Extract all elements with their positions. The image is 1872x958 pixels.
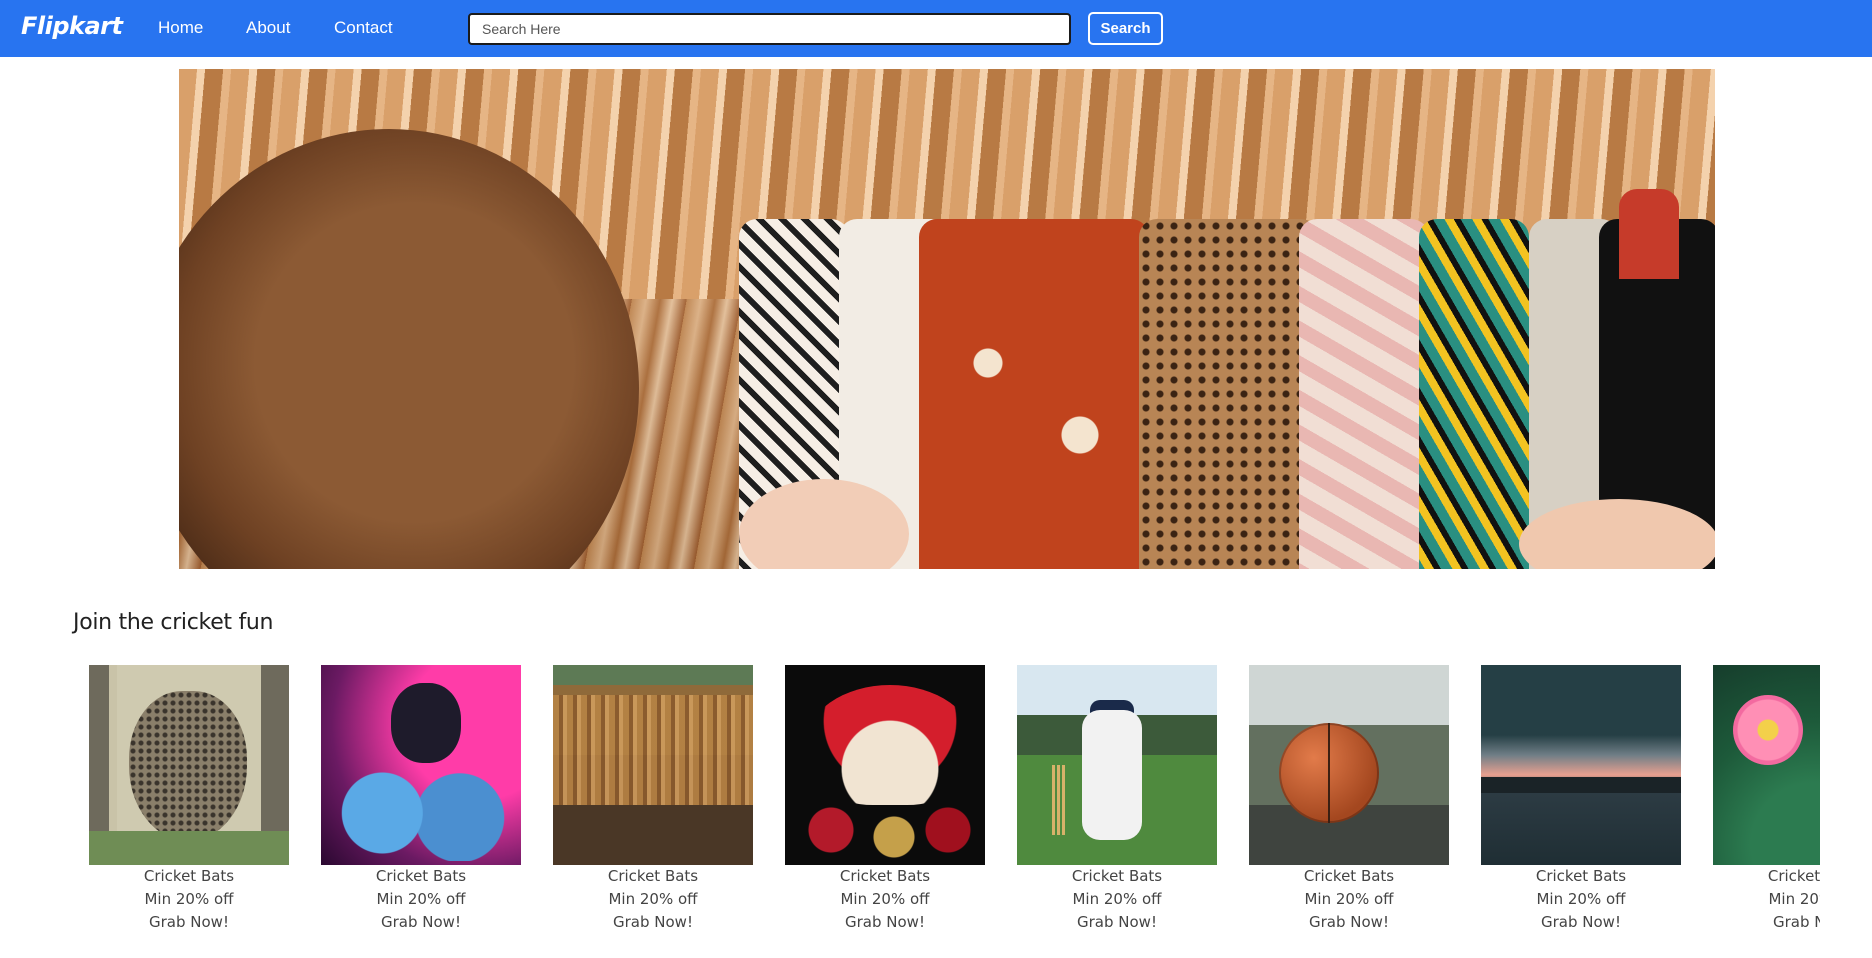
- product-title: Cricket Bats: [1303, 867, 1395, 885]
- product-card[interactable]: Cricket Bats Min 20% off Grab Now!: [1713, 665, 1820, 934]
- product-thumbnail[interactable]: [785, 665, 985, 865]
- product-cta[interactable]: Grab Now!: [553, 911, 753, 934]
- product-offer: Min 20% off: [376, 890, 466, 908]
- garment: [1419, 219, 1529, 569]
- product-thumbnail[interactable]: [1249, 665, 1449, 865]
- product-offer: Min 20% off: [1768, 890, 1820, 908]
- search-button[interactable]: Search: [1088, 12, 1163, 45]
- product-caption: Cricket Bats Min 20% off Grab Now!: [1249, 865, 1449, 934]
- hero-banner-image: [179, 69, 1715, 569]
- product-title: Cricket Bats: [1071, 867, 1163, 885]
- product-cta[interactable]: Grab Now!: [321, 911, 521, 934]
- search-input[interactable]: [468, 13, 1071, 45]
- product-thumbnail[interactable]: [1713, 665, 1820, 865]
- product-cta[interactable]: Grab Now!: [1249, 911, 1449, 934]
- garment: [919, 219, 1149, 569]
- garment: [1139, 219, 1319, 569]
- section-title: Join the cricket fun: [73, 610, 274, 635]
- product-card[interactable]: Cricket Bats Min 20% off Grab Now!: [553, 665, 753, 934]
- garment: [1299, 219, 1429, 569]
- product-title: Cricket Bats: [375, 867, 467, 885]
- product-caption: Cricket Bats Min 20% off Grab Now!: [1017, 865, 1217, 934]
- product-title: Cricket Bats: [143, 867, 235, 885]
- product-thumbnail[interactable]: [553, 665, 753, 865]
- product-cta[interactable]: Grab Now!: [785, 911, 985, 934]
- product-offer: Min 20% off: [840, 890, 930, 908]
- product-cta[interactable]: Grab Now!: [1017, 911, 1217, 934]
- product-card[interactable]: Cricket Bats Min 20% off Grab Now!: [1249, 665, 1449, 934]
- product-carousel: Cricket Bats Min 20% off Grab Now! Crick…: [89, 665, 1820, 958]
- garment: [1619, 189, 1679, 279]
- product-caption: Cricket Bats Min 20% off Grab Now!: [553, 865, 753, 934]
- nav-link-contact[interactable]: Contact: [334, 18, 393, 38]
- product-card[interactable]: Cricket Bats Min 20% off Grab Now!: [1481, 665, 1681, 934]
- product-card[interactable]: Cricket Bats Min 20% off Grab Now!: [321, 665, 521, 934]
- product-caption: Cricket Bats Min 20% off Grab Now!: [89, 865, 289, 934]
- product-title: Cricket Bats: [1767, 867, 1820, 885]
- product-cta[interactable]: Grab Now!: [1481, 911, 1681, 934]
- product-caption: Cricket Bats Min 20% off Grab Now!: [1481, 865, 1681, 934]
- product-offer: Min 20% off: [144, 890, 234, 908]
- navbar: Flipkart Home About Contact Search: [0, 0, 1872, 57]
- product-thumbnail[interactable]: [1017, 665, 1217, 865]
- nav-link-about[interactable]: About: [246, 18, 290, 38]
- brand-logo[interactable]: Flipkart: [21, 12, 123, 40]
- product-cta[interactable]: Grab Now!: [1713, 911, 1820, 934]
- product-offer: Min 20% off: [1072, 890, 1162, 908]
- nav-link-home[interactable]: Home: [158, 18, 203, 38]
- product-offer: Min 20% off: [1304, 890, 1394, 908]
- product-caption: Cricket Bats Min 20% off Grab Now!: [321, 865, 521, 934]
- product-thumbnail[interactable]: [321, 665, 521, 865]
- product-offer: Min 20% off: [1536, 890, 1626, 908]
- product-caption: Cricket Bats Min 20% off Grab Now!: [785, 865, 985, 934]
- product-card[interactable]: Cricket Bats Min 20% off Grab Now!: [1017, 665, 1217, 934]
- product-title: Cricket Bats: [607, 867, 699, 885]
- product-thumbnail[interactable]: [89, 665, 289, 865]
- product-card[interactable]: Cricket Bats Min 20% off Grab Now!: [785, 665, 985, 934]
- product-card[interactable]: Cricket Bats Min 20% off Grab Now!: [89, 665, 289, 934]
- product-cta[interactable]: Grab Now!: [89, 911, 289, 934]
- product-title: Cricket Bats: [839, 867, 931, 885]
- product-offer: Min 20% off: [608, 890, 698, 908]
- product-title: Cricket Bats: [1535, 867, 1627, 885]
- product-thumbnail[interactable]: [1481, 665, 1681, 865]
- product-caption: Cricket Bats Min 20% off Grab Now!: [1713, 865, 1820, 934]
